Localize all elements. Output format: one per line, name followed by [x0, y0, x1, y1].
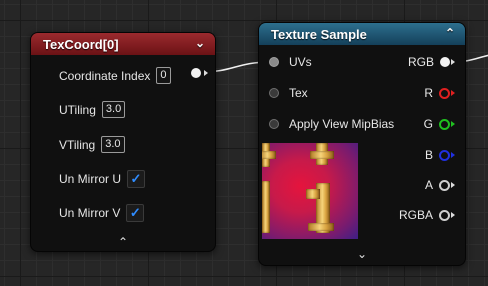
un-mirror-u-checkbox[interactable]: ✓ [127, 170, 145, 188]
output-arrow-icon [451, 59, 455, 65]
output-a-label: A [424, 178, 433, 192]
coordinate-index-field[interactable]: 0 [156, 67, 171, 84]
r-output-pin[interactable] [439, 87, 450, 99]
texture-preview [262, 143, 358, 239]
texture-sample-node[interactable]: Texture Sample ⌃ UVs Tex Apply View MipB… [258, 22, 466, 266]
texcoord-output-pin[interactable] [191, 68, 201, 78]
rgba-output-pin[interactable] [439, 209, 450, 221]
mipbias-input-pin[interactable] [269, 119, 279, 129]
un-mirror-u-row: Un Mirror U ✓ [59, 170, 145, 188]
input-mipbias-label: Apply View MipBias [289, 117, 395, 131]
output-a-row: A [425, 178, 455, 192]
output-rgb-label: RGB [407, 55, 434, 69]
chevron-down-icon[interactable]: ⌄ [259, 247, 465, 261]
vtiling-row: VTiling 3.0 [59, 136, 125, 153]
texcoord-node-title: TexCoord[0] [43, 36, 119, 52]
input-uvs-row: UVs [269, 55, 312, 69]
texture-sample-node-title: Texture Sample [271, 26, 367, 42]
rgb-output-pin[interactable] [440, 57, 450, 67]
output-rgb-row: RGB [408, 55, 455, 69]
output-g-label: G [423, 117, 433, 131]
output-r-label: R [424, 86, 433, 100]
output-arrow-icon [451, 90, 455, 96]
output-arrow-icon [451, 212, 455, 218]
output-arrow-icon [451, 152, 455, 158]
un-mirror-v-label: Un Mirror V [59, 206, 121, 220]
output-arrow-icon [451, 121, 455, 127]
tex-input-pin[interactable] [269, 88, 279, 98]
input-uvs-label: UVs [289, 55, 312, 69]
vtiling-field[interactable]: 3.0 [101, 136, 125, 153]
checkmark-icon: ✓ [129, 205, 141, 220]
chevron-down-icon[interactable]: ⌄ [193, 36, 207, 50]
chevron-up-icon[interactable]: ⌃ [443, 26, 457, 40]
texture-sample-node-header[interactable]: Texture Sample ⌃ [259, 23, 465, 45]
coordinate-index-label: Coordinate Index [59, 68, 151, 83]
output-rgba-label: RGBA [398, 208, 433, 222]
un-mirror-v-row: Un Mirror V ✓ [59, 204, 145, 222]
utiling-field[interactable]: 3.0 [101, 101, 126, 118]
input-tex-label: Tex [289, 86, 308, 100]
b-output-pin[interactable] [439, 149, 450, 161]
g-output-pin[interactable] [439, 118, 450, 130]
utiling-row: UTiling 3.0 [59, 101, 126, 118]
output-rgba-row: RGBA [399, 208, 455, 222]
chevron-up-icon[interactable]: ⌃ [31, 235, 215, 249]
un-mirror-v-checkbox[interactable]: ✓ [126, 204, 145, 222]
output-g-row: G [424, 117, 455, 131]
utiling-label: UTiling [59, 102, 96, 117]
uvs-input-pin[interactable] [269, 57, 279, 67]
input-tex-row: Tex [269, 86, 308, 100]
checkmark-icon: ✓ [130, 171, 142, 186]
a-output-pin[interactable] [439, 179, 450, 191]
output-r-row: R [424, 86, 455, 100]
input-mipbias-row: Apply View MipBias [269, 117, 394, 131]
output-b-label: B [424, 148, 433, 162]
texcoord-node-header[interactable]: TexCoord[0] ⌄ [31, 33, 215, 55]
vtiling-label: VTiling [59, 137, 96, 152]
texcoord-node[interactable]: TexCoord[0] ⌄ Coordinate Index 0 UTiling… [30, 32, 216, 252]
output-b-row: B [425, 148, 455, 162]
un-mirror-u-label: Un Mirror U [59, 172, 121, 186]
output-arrow-icon [451, 182, 455, 188]
coordinate-index-row: Coordinate Index 0 [59, 67, 171, 84]
output-arrow-icon [204, 70, 208, 76]
